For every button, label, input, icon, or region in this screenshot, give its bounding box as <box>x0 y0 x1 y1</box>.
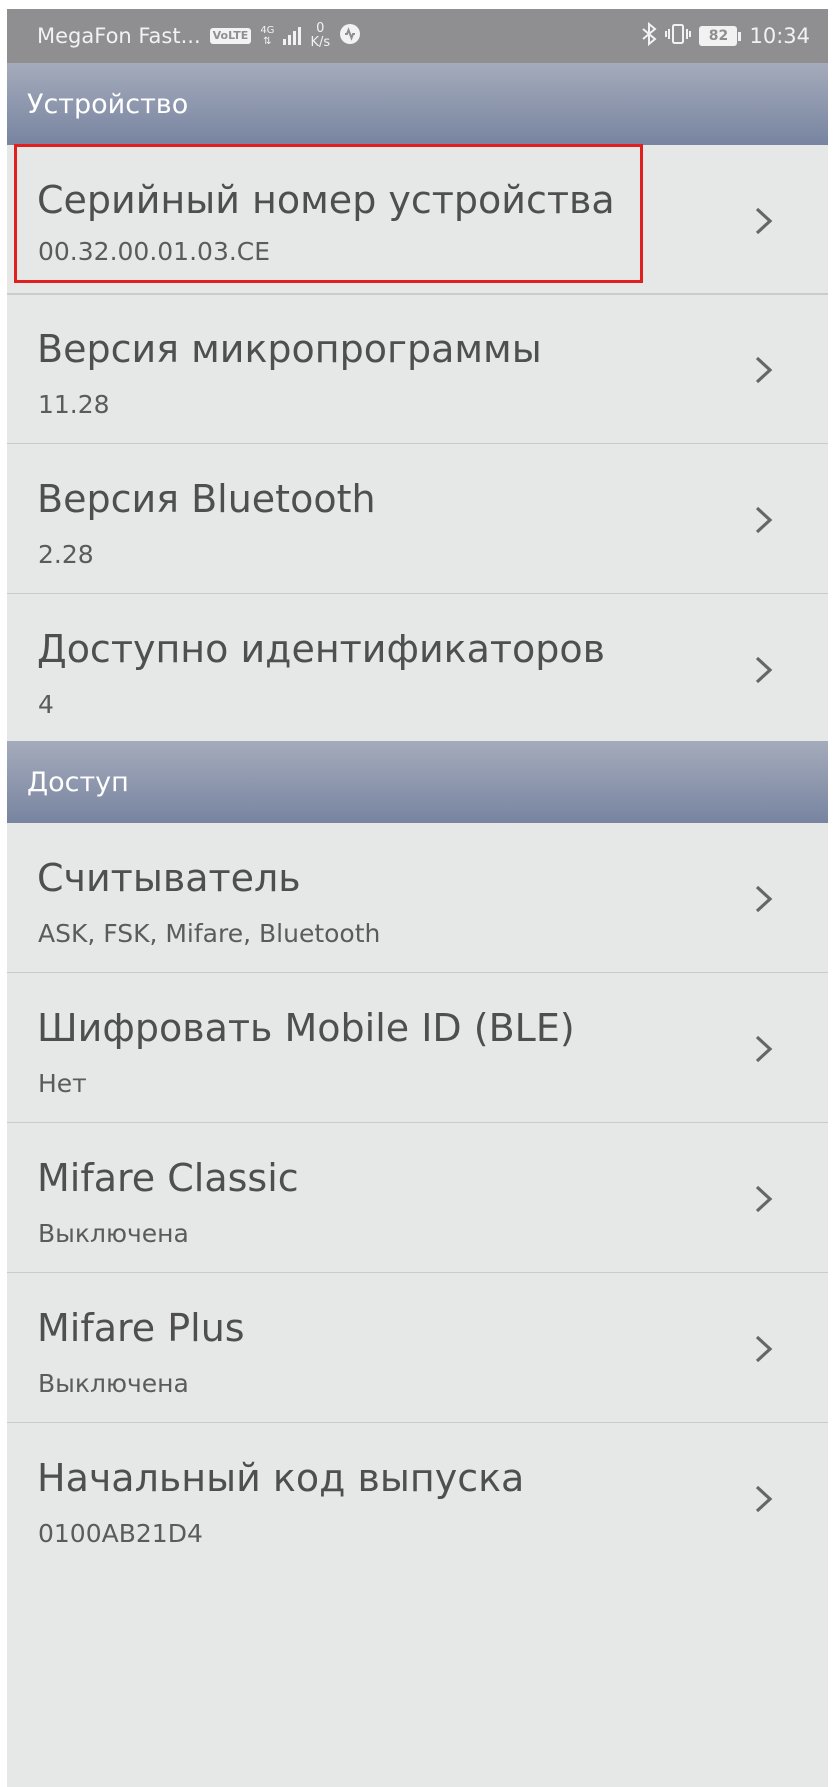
status-bar: MegaFon Fast... VoLTE 4G ⇅ 0 K/s 82 10:3… <box>7 9 828 63</box>
item-title: Mifare Classic <box>37 1156 299 1200</box>
settings-screen: MegaFon Fast... VoLTE 4G ⇅ 0 K/s 82 10:3… <box>7 9 828 1787</box>
chevron-right-icon <box>752 354 776 386</box>
item-value: ASK, FSK, Mifare, Bluetooth <box>38 919 381 948</box>
data-arrows-icon: ⇅ <box>263 36 272 47</box>
network-speed: 0 K/s <box>310 22 330 50</box>
chevron-right-icon <box>752 1483 776 1515</box>
chevron-right-icon <box>752 654 776 686</box>
row-mask <box>7 267 828 294</box>
item-value: Выключена <box>38 1219 189 1248</box>
item-title: Считыватель <box>37 856 301 900</box>
list-item-firmware-version[interactable]: Версия микропрограммы 11.28 <box>7 294 828 444</box>
list-item-encrypt-mobile-id[interactable]: Шифровать Mobile ID (BLE) Нет <box>7 973 828 1123</box>
clock: 10:34 <box>749 24 810 48</box>
chevron-right-icon <box>752 883 776 915</box>
chevron-right-icon <box>752 1033 776 1065</box>
status-bar-left: MegaFon Fast... VoLTE 4G ⇅ 0 K/s <box>37 9 361 63</box>
vibrate-icon <box>665 23 692 50</box>
battery-indicator: 82 <box>699 26 742 46</box>
item-title: Доступно идентификаторов <box>37 627 606 671</box>
item-value: Выключена <box>38 1369 189 1398</box>
section-title: Устройство <box>27 88 189 120</box>
item-title: Начальный код выпуска <box>37 1456 525 1500</box>
item-title: Шифровать Mobile ID (BLE) <box>37 1006 575 1050</box>
list-item-bluetooth-version[interactable]: Версия Bluetooth 2.28 <box>7 444 828 594</box>
network-indicator: 4G ⇅ <box>260 25 274 47</box>
network-type: 4G <box>260 25 275 36</box>
signal-icon <box>283 27 302 45</box>
chevron-right-icon <box>752 205 776 237</box>
status-bar-right: 82 10:34 <box>641 9 810 63</box>
list-item-mifare-classic[interactable]: Mifare Classic Выключена <box>7 1123 828 1273</box>
item-value: 11.28 <box>38 390 110 419</box>
item-title: Версия Bluetooth <box>37 477 376 521</box>
chevron-right-icon <box>752 504 776 536</box>
chevron-right-icon <box>752 1183 776 1215</box>
speed-unit: K/s <box>310 35 331 50</box>
carrier-name: MegaFon Fast... <box>37 24 201 48</box>
battery-tip <box>738 31 742 41</box>
item-value: 0100AB21D4 <box>38 1519 203 1548</box>
list-item-available-ids[interactable]: Доступно идентификаторов 4 <box>7 594 828 741</box>
volte-badge: VoLTE <box>209 28 252 44</box>
list-item-start-code[interactable]: Начальный код выпуска 0100AB21D4 <box>7 1423 828 1573</box>
battery-level: 82 <box>699 26 738 46</box>
list-item-reader[interactable]: Считыватель ASK, FSK, Mifare, Bluetooth <box>7 823 828 973</box>
section-header-access: Доступ <box>7 741 828 823</box>
item-value: 4 <box>38 690 54 719</box>
list-item-mifare-plus[interactable]: Mifare Plus Выключена <box>7 1273 828 1423</box>
chevron-right-icon <box>752 1333 776 1365</box>
item-value: 2.28 <box>38 540 94 569</box>
item-title: Mifare Plus <box>37 1306 245 1350</box>
item-value: Нет <box>38 1069 87 1098</box>
section-title: Доступ <box>27 766 129 798</box>
section-header-device: Устройство <box>7 63 828 145</box>
app-notification-icon <box>339 23 361 50</box>
item-title: Версия микропрограммы <box>37 327 542 371</box>
speed-value: 0 <box>316 21 325 36</box>
bluetooth-icon <box>641 21 658 51</box>
